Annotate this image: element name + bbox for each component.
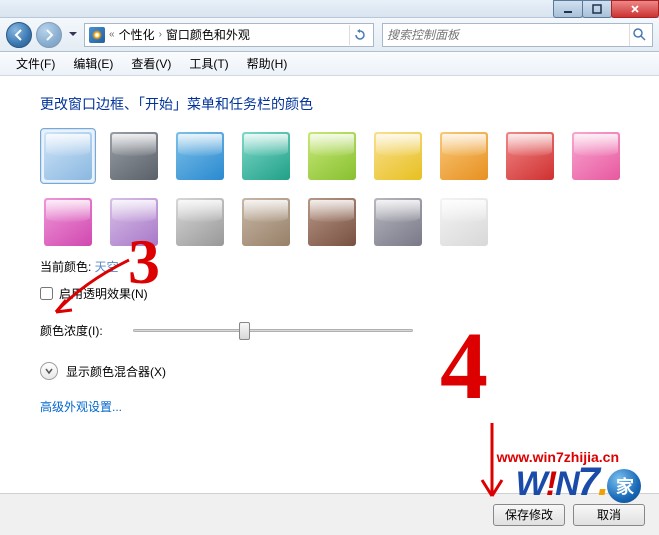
color-swatch-blue[interactable] — [172, 128, 228, 184]
page-title: 更改窗口边框、「开始」菜单和任务栏的颜色 — [40, 94, 631, 114]
color-swatch-orange[interactable] — [436, 128, 492, 184]
color-swatch-lavender[interactable] — [106, 194, 162, 250]
breadcrumb-chevron: « — [109, 29, 115, 40]
color-swatches — [40, 128, 631, 250]
color-swatch-red[interactable] — [502, 128, 558, 184]
swatch-preview — [440, 132, 488, 180]
color-swatch-silver[interactable] — [172, 194, 228, 250]
intensity-row: 颜色浓度(I): — [40, 320, 631, 340]
slider-track — [133, 329, 413, 332]
history-dropdown[interactable] — [66, 25, 80, 45]
swatch-preview — [242, 132, 290, 180]
swatch-preview — [440, 198, 488, 246]
menu-edit[interactable]: 编辑(E) — [65, 52, 121, 75]
color-mixer-toggle[interactable]: 显示颜色混合器(X) — [40, 362, 631, 380]
cancel-button[interactable]: 取消 — [573, 504, 645, 526]
swatch-preview — [374, 132, 422, 180]
window-titlebar — [0, 0, 659, 18]
forward-button[interactable] — [36, 22, 62, 48]
color-swatch-green[interactable] — [304, 128, 360, 184]
navigation-bar: « 个性化 › 窗口颜色和外观 — [0, 18, 659, 52]
current-color-value: 天空 — [95, 260, 119, 274]
transparency-row[interactable]: 启用透明效果(N) — [40, 285, 631, 302]
swatch-preview — [110, 198, 158, 246]
menu-view[interactable]: 查看(V) — [123, 52, 179, 75]
search-box[interactable] — [382, 23, 653, 47]
color-swatch-yellow[interactable] — [370, 128, 426, 184]
swatch-preview — [374, 198, 422, 246]
menu-tools[interactable]: 工具(T) — [181, 52, 236, 75]
breadcrumb-personalization[interactable]: 个性化 — [119, 26, 155, 43]
chevron-down-icon[interactable] — [40, 362, 58, 380]
maximize-button[interactable] — [582, 0, 612, 18]
breadcrumb-window-color[interactable]: 窗口颜色和外观 — [166, 26, 250, 43]
color-swatch-fuchsia[interactable] — [40, 194, 96, 250]
swatch-preview — [308, 198, 356, 246]
swatch-preview — [506, 132, 554, 180]
current-color-label: 当前颜色: — [40, 260, 95, 274]
breadcrumb-sep: › — [159, 29, 162, 40]
advanced-link-row: 高级外观设置... — [40, 398, 631, 416]
color-mixer-label: 显示颜色混合器(X) — [66, 363, 166, 380]
current-color-line: 当前颜色: 天空 — [40, 258, 631, 275]
menu-bar: 文件(F) 编辑(E) 查看(V) 工具(T) 帮助(H) — [0, 52, 659, 76]
slider-thumb[interactable] — [239, 322, 250, 340]
color-swatch-sky[interactable] — [40, 128, 96, 184]
swatch-preview — [110, 132, 158, 180]
color-swatch-taupe[interactable] — [238, 194, 294, 250]
swatch-preview — [176, 132, 224, 180]
intensity-slider[interactable] — [133, 320, 413, 340]
content-area: 更改窗口边框、「开始」菜单和任务栏的颜色 当前颜色: 天空 启用透明效果(N) … — [0, 76, 659, 493]
address-bar[interactable]: « 个性化 › 窗口颜色和外观 — [84, 23, 374, 47]
menu-file[interactable]: 文件(F) — [8, 52, 63, 75]
search-input[interactable] — [387, 28, 629, 42]
watermark-logo: W!N7.家 — [516, 460, 641, 505]
color-swatch-pink[interactable] — [568, 128, 624, 184]
swatch-preview — [44, 132, 92, 180]
minimize-button[interactable] — [553, 0, 583, 18]
transparency-checkbox[interactable] — [40, 287, 53, 300]
close-button[interactable] — [611, 0, 659, 18]
menu-help[interactable]: 帮助(H) — [239, 52, 296, 75]
swatch-preview — [308, 132, 356, 180]
swatch-preview — [176, 198, 224, 246]
transparency-label: 启用透明效果(N) — [59, 285, 148, 302]
color-swatch-chocolate[interactable] — [304, 194, 360, 250]
swatch-preview — [572, 132, 620, 180]
color-swatch-graphite[interactable] — [106, 128, 162, 184]
color-swatch-frost[interactable] — [436, 194, 492, 250]
refresh-button[interactable] — [349, 25, 369, 45]
save-button[interactable]: 保存修改 — [493, 504, 565, 526]
search-icon[interactable] — [629, 24, 648, 46]
color-swatch-teal[interactable] — [238, 128, 294, 184]
swatch-preview — [242, 198, 290, 246]
swatch-preview — [44, 198, 92, 246]
back-button[interactable] — [6, 22, 32, 48]
personalization-icon — [89, 27, 105, 43]
color-swatch-slate[interactable] — [370, 194, 426, 250]
advanced-appearance-link[interactable]: 高级外观设置... — [40, 400, 122, 414]
intensity-label: 颜色浓度(I): — [40, 322, 115, 339]
